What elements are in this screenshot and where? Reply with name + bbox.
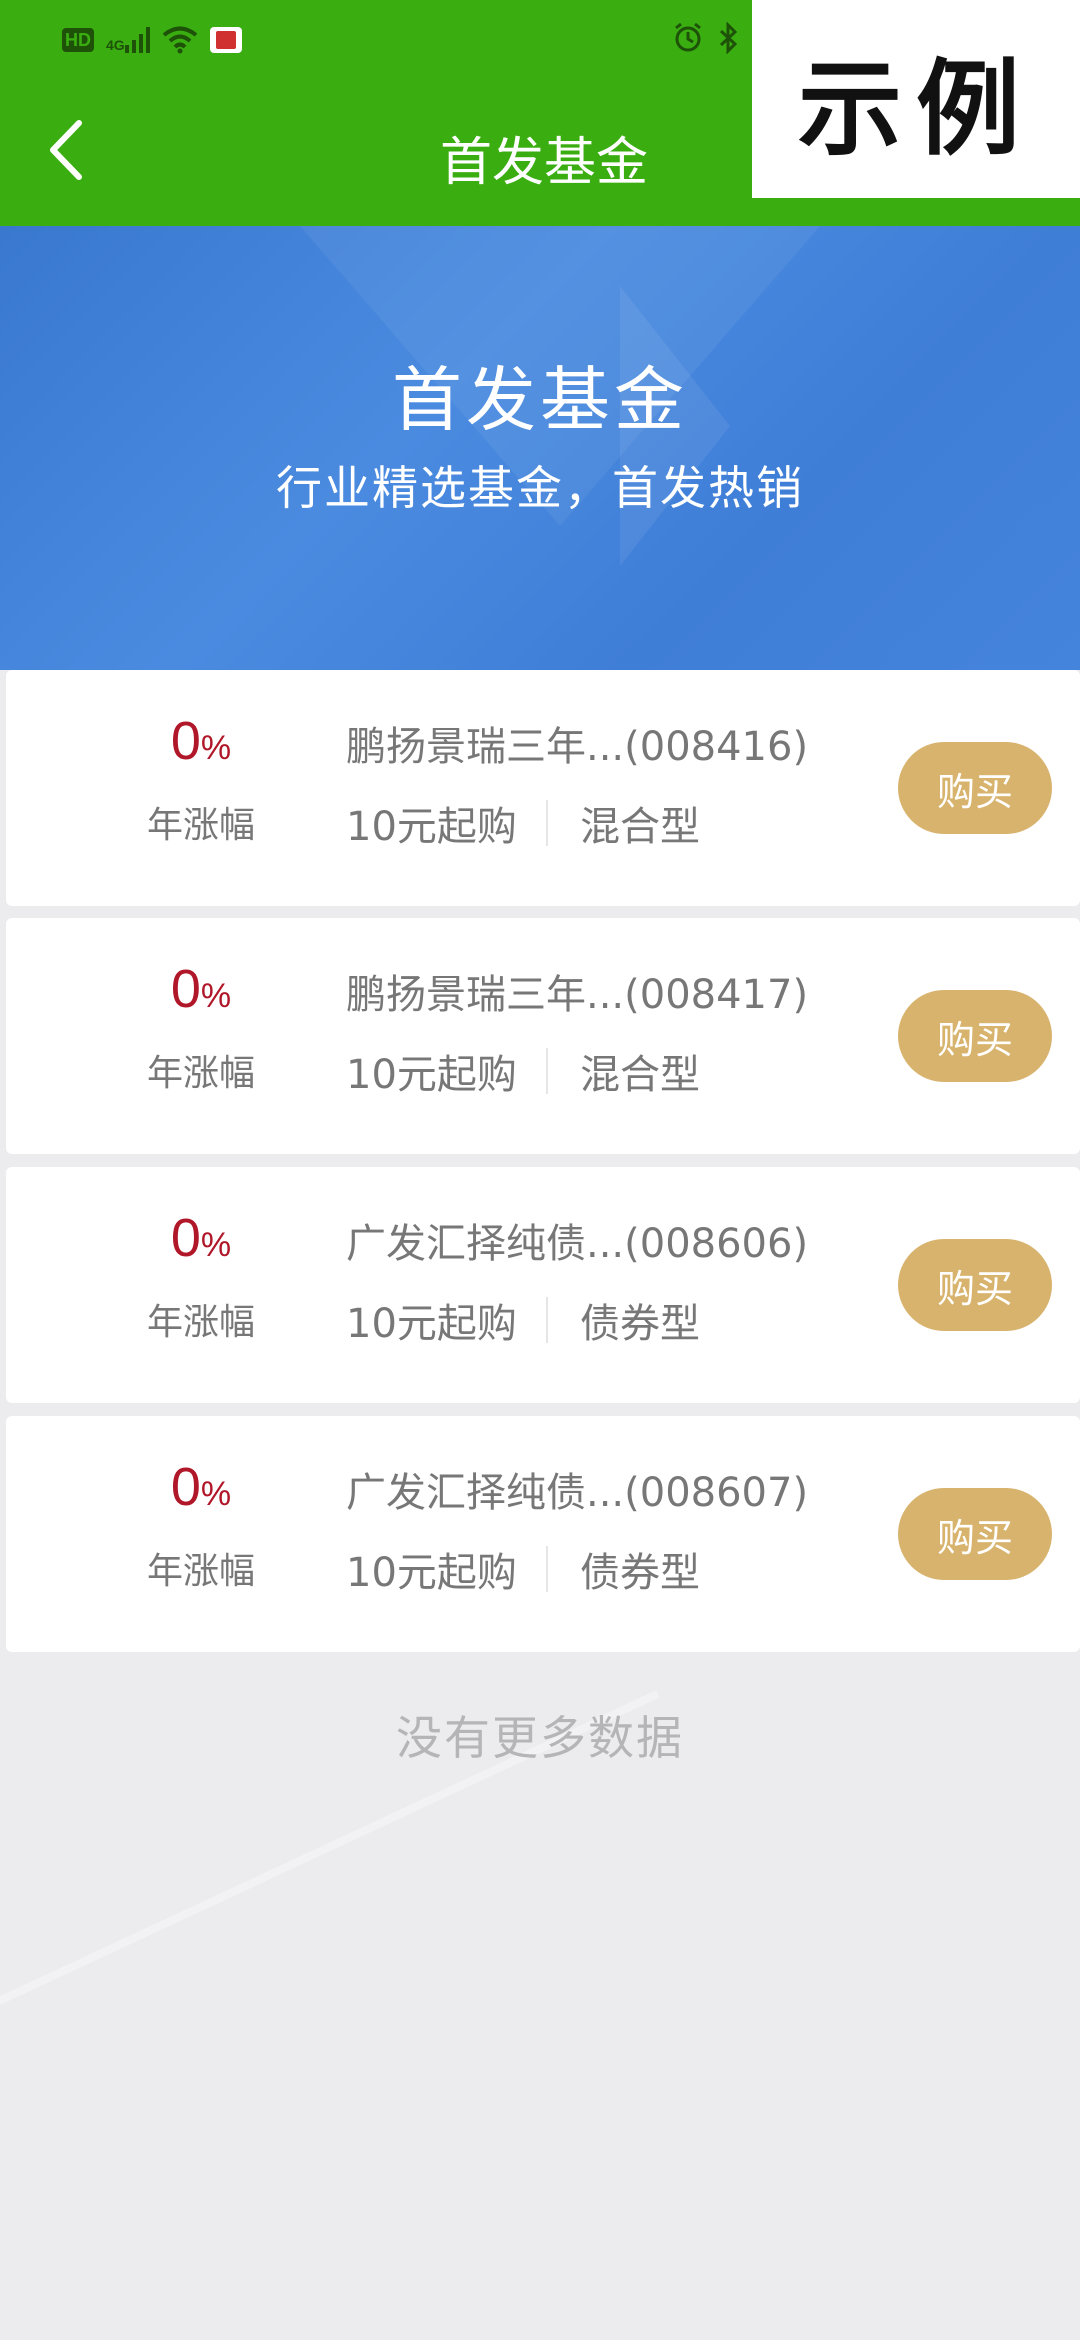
fund-type: 混合型	[580, 804, 700, 850]
fund-min-purchase: 10元起购	[346, 804, 517, 850]
fund-type: 混合型	[580, 1052, 700, 1098]
fund-min-purchase: 10元起购	[346, 1550, 517, 1596]
divider	[546, 1546, 548, 1592]
watermark-text: 示例	[797, 47, 1034, 170]
fund-card[interactable]: 0% 年涨幅 广发汇择纯债...(008606) 10元起购 债券型 购买	[6, 1167, 1080, 1403]
banner-title: 首发基金	[392, 359, 688, 441]
fund-card[interactable]: 0% 年涨幅 鹏扬景瑞三年...(008417) 10元起购 混合型 购买	[6, 918, 1080, 1154]
book-app-icon	[209, 27, 242, 53]
fund-rate-label: 年涨幅	[146, 805, 255, 846]
fund-rate-value: 0	[170, 1208, 201, 1268]
fund-name[interactable]: 广发汇择纯债...(008607)	[346, 1460, 808, 1518]
divider	[546, 800, 548, 846]
fund-min-purchase: 10元起购	[346, 1052, 517, 1098]
fund-rate-unit: %	[200, 977, 232, 1015]
fund-rate: 0%	[106, 1207, 296, 1269]
fund-name[interactable]: 广发汇择纯债...(008606)	[346, 1211, 808, 1269]
page-title: 首发基金	[440, 133, 649, 193]
divider	[546, 1297, 548, 1343]
fund-card[interactable]: 0% 年涨幅 广发汇择纯债...(008607) 10元起购 债券型 购买	[6, 1416, 1080, 1652]
back-button[interactable]	[30, 110, 100, 190]
buy-button[interactable]: 购买	[898, 1488, 1052, 1580]
fund-type: 债券型	[580, 1550, 700, 1596]
fund-rate-unit: %	[200, 1475, 232, 1513]
buy-button[interactable]: 购买	[898, 990, 1052, 1082]
hd-icon: HD	[62, 28, 94, 52]
fund-rate: 0%	[106, 958, 296, 1020]
divider	[546, 1048, 548, 1094]
fund-rate: 0%	[106, 1456, 296, 1518]
fund-card[interactable]: 0% 年涨幅 鹏扬景瑞三年...(008416) 10元起购 混合型 购买	[6, 670, 1080, 906]
watermark: 示例	[752, 0, 1080, 198]
signal-icon: 4G	[106, 27, 150, 53]
fund-type: 债券型	[580, 1301, 700, 1347]
fund-name[interactable]: 鹏扬景瑞三年...(008417)	[346, 962, 808, 1020]
fund-rate: 0%	[106, 710, 296, 772]
fund-rate-value: 0	[170, 959, 201, 1019]
fund-rate-label: 年涨幅	[146, 1551, 255, 1592]
fund-rate-unit: %	[200, 1226, 232, 1264]
no-more-data-label: 没有更多数据	[396, 1711, 684, 1765]
chevron-left-icon	[50, 120, 82, 180]
fund-rate-unit: %	[200, 729, 232, 767]
banner-subtitle: 行业精选基金，首发热销	[276, 461, 804, 515]
fund-min-purchase: 10元起购	[346, 1301, 517, 1347]
banner: 首发基金 行业精选基金，首发热销	[0, 226, 1080, 670]
wifi-icon	[162, 26, 197, 54]
fund-rate-label: 年涨幅	[146, 1053, 255, 1094]
fund-rate-value: 0	[170, 1457, 201, 1517]
fund-name[interactable]: 鹏扬景瑞三年...(008416)	[346, 714, 808, 772]
buy-button[interactable]: 购买	[898, 1239, 1052, 1331]
alarm-icon	[675, 22, 701, 52]
network-type-label: 4G	[106, 37, 125, 53]
bluetooth-icon	[719, 22, 738, 54]
fund-rate-value: 0	[170, 711, 201, 771]
fund-rate-label: 年涨幅	[146, 1302, 255, 1343]
buy-button[interactable]: 购买	[898, 742, 1052, 834]
